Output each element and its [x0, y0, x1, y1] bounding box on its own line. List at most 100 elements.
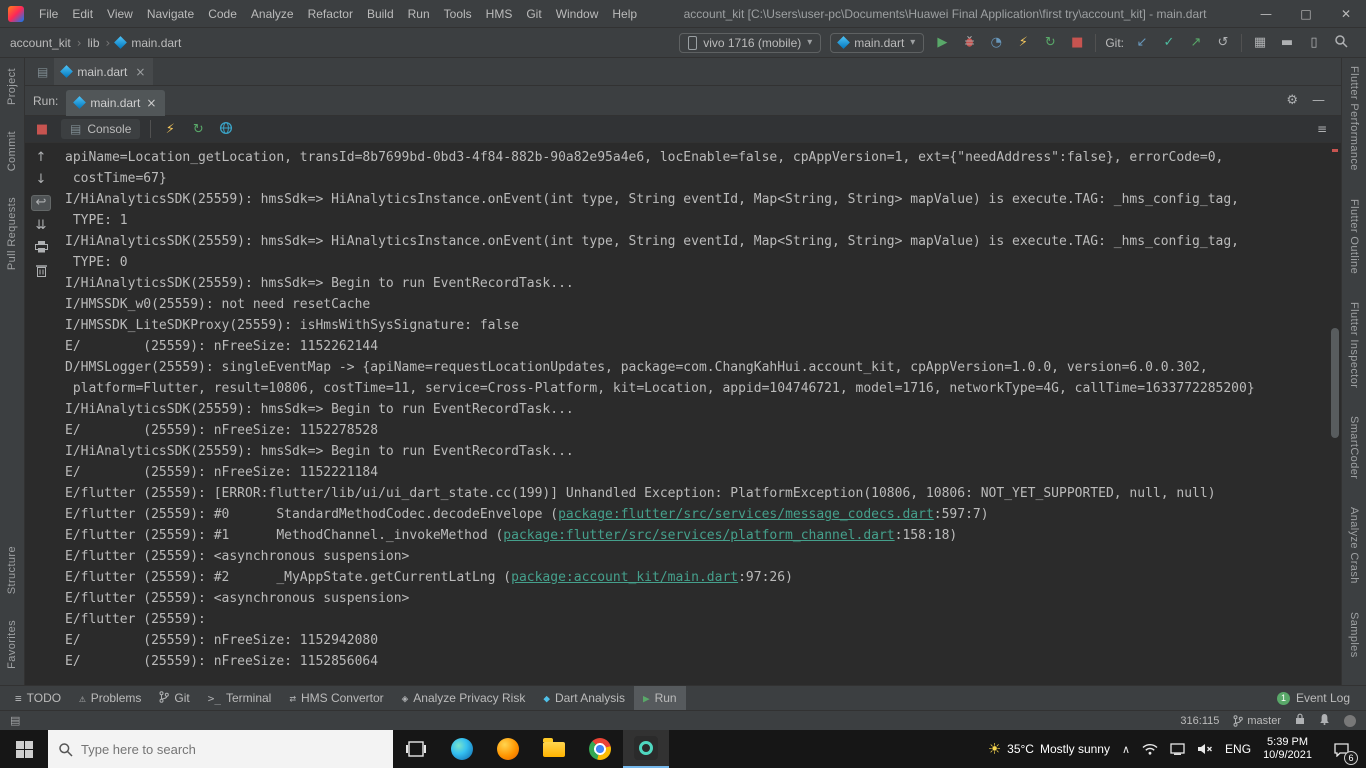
hidden-icons-chevron[interactable]: ∧ [1122, 743, 1130, 756]
tool-stripe-flutter-inspector[interactable]: Flutter Inspector [1348, 302, 1360, 388]
editor-group-icon[interactable]: ▤ [37, 65, 48, 79]
firefox-taskbar-icon[interactable] [485, 730, 531, 768]
tool-stripe-flutter-outline[interactable]: Flutter Outline [1348, 199, 1360, 274]
readonly-lock-icon[interactable] [1295, 713, 1305, 728]
open-devtools-button[interactable] [217, 121, 235, 138]
profiler-button[interactable]: ◔ [987, 35, 1005, 50]
console-output[interactable]: apiName=Location_getLocation, transId=8b… [57, 143, 1329, 685]
scroll-up-button[interactable]: ↑ [31, 151, 51, 165]
tool-window-button-analyze-privacy-risk[interactable]: ◈ Analyze Privacy Risk [393, 686, 535, 711]
menu-edit[interactable]: Edit [65, 2, 100, 26]
start-button[interactable] [0, 730, 48, 768]
hot-restart-button[interactable]: ↻ [1041, 35, 1059, 50]
menu-navigate[interactable]: Navigate [140, 2, 201, 26]
ide-status-circle-icon[interactable] [1344, 714, 1356, 727]
search-everywhere-button[interactable] [1332, 34, 1350, 51]
menu-analyze[interactable]: Analyze [244, 2, 301, 26]
menu-help[interactable]: Help [605, 2, 644, 26]
tool-window-switcher-icon[interactable]: ▤ [10, 714, 20, 727]
stacktrace-link[interactable]: package:flutter/src/services/platform_ch… [503, 528, 894, 543]
hot-restart-icon[interactable]: ↻ [189, 122, 207, 137]
console-tab[interactable]: ▤ Console [61, 119, 141, 139]
menu-view[interactable]: View [100, 2, 140, 26]
android-studio-taskbar-icon[interactable] [623, 730, 669, 768]
run-config-selector[interactable]: main.dart ▾ [830, 32, 925, 53]
tool-stripe-pull-requests[interactable]: Pull Requests [6, 197, 18, 270]
tool-stripe-smartcoder[interactable]: SmartCoder [1348, 416, 1360, 479]
tool-stripe-flutter-performance[interactable]: Flutter Performance [1348, 66, 1360, 171]
git-push-button[interactable]: ↗ [1187, 35, 1205, 50]
menu-build[interactable]: Build [360, 2, 401, 26]
tool-window-button-run[interactable]: ▶ Run [633, 685, 686, 711]
menu-hms[interactable]: HMS [479, 2, 520, 26]
edge-taskbar-icon[interactable] [439, 730, 485, 768]
breadcrumb-project[interactable]: account_kit [10, 36, 71, 50]
breadcrumb-file[interactable]: main.dart [131, 36, 181, 50]
taskbar-search-input[interactable] [81, 741, 383, 757]
tool-stripe-commit[interactable]: Commit [6, 131, 18, 171]
settings-gear-icon[interactable]: ⚙ [1286, 93, 1298, 108]
close-button[interactable]: ✕ [1326, 0, 1366, 28]
maximize-button[interactable]: □ [1286, 0, 1326, 28]
notifications-bell-icon[interactable] [1319, 713, 1330, 728]
soft-wrap-button[interactable]: ↩ [31, 195, 51, 211]
menu-run[interactable]: Run [401, 2, 437, 26]
tool-stripe-project[interactable]: Project [6, 68, 18, 105]
tool-stripe-analyze-crash[interactable]: Analyze Crash [1348, 507, 1360, 584]
tab-close-icon[interactable]: × [135, 65, 145, 79]
tool-stripe-favorites[interactable]: Favorites [6, 620, 18, 669]
minimize-button[interactable]: — [1246, 0, 1286, 28]
hide-panel-icon[interactable]: — [1312, 93, 1325, 108]
menu-window[interactable]: Window [549, 2, 606, 26]
project-structure-button[interactable]: ▦ [1251, 35, 1269, 50]
chrome-taskbar-icon[interactable] [577, 730, 623, 768]
menu-code[interactable]: Code [201, 2, 244, 26]
weather-widget[interactable]: ☀ 35°C Mostly sunny [988, 740, 1110, 758]
taskbar-clock[interactable]: 5:39 PM 10/9/2021 [1263, 736, 1312, 762]
run-tab-main-dart[interactable]: main.dart × [66, 89, 166, 116]
tool-stripe-samples[interactable]: Samples [1348, 612, 1360, 658]
tool-window-button-todo[interactable]: ≡ TODO [6, 686, 70, 711]
tool-window-button-problems[interactable]: ⚠ Problems [70, 686, 150, 711]
volume-muted-icon[interactable] [1197, 743, 1213, 755]
event-log-button[interactable]: 1 Event Log [1276, 691, 1360, 705]
file-explorer-taskbar-icon[interactable] [531, 730, 577, 768]
tab-close-icon[interactable]: × [146, 96, 156, 110]
display-tray-icon[interactable] [1170, 743, 1185, 755]
scroll-down-button[interactable]: ↓ [31, 173, 51, 187]
stacktrace-link[interactable]: package:flutter/src/services/message_cod… [558, 507, 934, 522]
network-wifi-icon[interactable] [1142, 743, 1158, 755]
git-rollback-button[interactable]: ↺ [1214, 35, 1232, 50]
hot-reload-button[interactable]: ⚡ [1014, 35, 1032, 50]
stop-button[interactable]: ■ [1068, 35, 1086, 50]
menu-tools[interactable]: Tools [437, 2, 479, 26]
breadcrumb-dir[interactable]: lib [88, 36, 100, 50]
console-scrollbar[interactable] [1329, 143, 1341, 685]
running-devices-button[interactable]: ▬ [1278, 35, 1296, 50]
tool-window-button-git[interactable]: Git [150, 686, 198, 711]
tool-window-button-terminal[interactable]: >_ Terminal [199, 686, 281, 711]
tool-window-button-hms-convertor[interactable]: ⇄ HMS Convertor [280, 686, 392, 711]
task-view-button[interactable] [393, 730, 439, 768]
action-center-button[interactable]: 6 [1324, 730, 1358, 768]
hot-reload-icon[interactable]: ⚡ [161, 122, 179, 137]
device-selector[interactable]: vivo 1716 (mobile) ▾ [679, 32, 822, 53]
git-update-button[interactable]: ↙ [1133, 35, 1151, 50]
debug-button[interactable] [960, 35, 978, 51]
device-manager-button[interactable]: ▯ [1305, 35, 1323, 50]
tool-stripe-structure[interactable]: Structure [6, 546, 18, 594]
caret-position[interactable]: 316:115 [1180, 715, 1219, 727]
git-commit-button[interactable]: ✓ [1160, 35, 1178, 50]
scroll-to-end-button[interactable]: ⇊ [31, 219, 51, 233]
clear-all-button[interactable] [31, 264, 51, 280]
taskbar-search[interactable] [48, 730, 393, 768]
tool-window-button-dart-analysis[interactable]: ◆ Dart Analysis [534, 686, 634, 711]
menu-refactor[interactable]: Refactor [301, 2, 360, 26]
stacktrace-link[interactable]: package:account_kit/main.dart [511, 570, 738, 585]
scrollbar-thumb[interactable] [1331, 328, 1339, 438]
stop-process-button[interactable]: ■ [33, 122, 51, 137]
layout-options-icon[interactable]: ≡ [1317, 122, 1333, 136]
git-branch-widget[interactable]: master [1233, 715, 1281, 727]
language-indicator[interactable]: ENG [1225, 742, 1251, 756]
editor-tab-main-dart[interactable]: main.dart × [54, 58, 154, 85]
